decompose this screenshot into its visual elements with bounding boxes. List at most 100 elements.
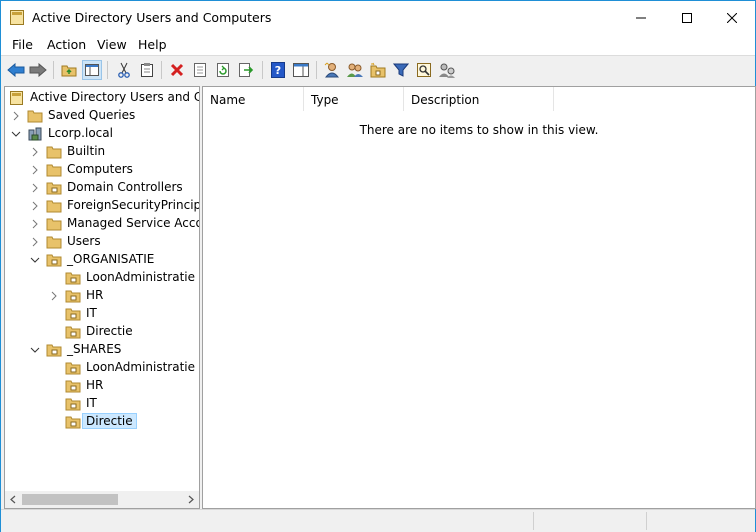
action-pane-button[interactable]: [291, 60, 311, 80]
domain-icon: [28, 127, 42, 141]
properties-button[interactable]: [190, 60, 210, 80]
ou-folder-icon: [65, 398, 81, 411]
maximize-icon: [682, 13, 692, 23]
column-header-label: Description: [411, 93, 480, 107]
new-ou-icon: [370, 62, 386, 78]
find-button[interactable]: [414, 60, 434, 80]
maximize-button[interactable]: [664, 1, 710, 35]
ou-folder-icon: [65, 380, 81, 393]
find-icon: [417, 63, 431, 77]
show-hide-tree-button[interactable]: [82, 60, 102, 80]
menu-file[interactable]: File: [12, 37, 33, 52]
filter-icon: [393, 63, 409, 77]
up-one-level-button[interactable]: [59, 60, 79, 80]
tree-horizontal-scrollbar[interactable]: [5, 491, 199, 508]
chevron-right-icon[interactable]: [30, 165, 40, 175]
scrollbar-thumb[interactable]: [22, 494, 118, 505]
up-folder-icon: [61, 65, 77, 77]
menu-help[interactable]: Help: [138, 37, 167, 52]
status-separator: [533, 512, 534, 530]
tree-label: IT: [86, 306, 97, 320]
new-user-icon: [324, 62, 340, 78]
chevron-right-icon[interactable]: [49, 291, 59, 301]
scroll-left-icon[interactable]: [9, 495, 18, 504]
column-header-description[interactable]: Description: [404, 87, 554, 111]
results-pane[interactable]: Name Type Description There are no items…: [202, 86, 756, 509]
filter-button[interactable]: [391, 60, 411, 80]
tree-label: Managed Service Accour: [67, 216, 199, 230]
status-bar: [1, 509, 755, 532]
close-button[interactable]: [709, 1, 755, 35]
ou-folder-icon: [65, 362, 81, 375]
toolbar-separator: [53, 61, 54, 79]
folder-icon: [46, 200, 62, 213]
tree-label: Directie: [82, 413, 137, 429]
toolbar-separator: [107, 61, 108, 79]
minimize-button[interactable]: [618, 1, 664, 35]
cut-button[interactable]: [114, 60, 134, 80]
folder-icon: [27, 110, 43, 123]
new-ou-button[interactable]: [368, 60, 388, 80]
tree-label: Builtin: [67, 144, 106, 158]
tree-label: Lcorp.local: [48, 126, 113, 140]
back-button[interactable]: [6, 60, 26, 80]
chevron-right-icon[interactable]: [30, 147, 40, 157]
chevron-down-icon[interactable]: [30, 255, 40, 265]
delegate-icon: [439, 63, 455, 78]
menu-view[interactable]: View: [97, 37, 127, 52]
console-icon: [10, 91, 23, 105]
ou-folder-icon: [65, 416, 81, 429]
tree-label: Computers: [67, 162, 133, 176]
tree-label: LoonAdministratie: [86, 360, 196, 374]
scroll-right-icon[interactable]: [186, 495, 195, 504]
new-group-button[interactable]: [345, 60, 365, 80]
chevron-down-icon[interactable]: [11, 129, 21, 139]
status-separator: [646, 512, 647, 530]
copy-icon: [141, 63, 153, 77]
column-header-name[interactable]: Name: [203, 87, 304, 111]
cut-icon: [118, 62, 130, 78]
column-header-label: Type: [311, 93, 339, 107]
help-icon: ?: [271, 62, 285, 78]
svg-text:?: ?: [275, 64, 281, 77]
column-header-label: Name: [210, 93, 246, 107]
chevron-right-icon[interactable]: [30, 237, 40, 247]
tree-label: Domain Controllers: [67, 180, 183, 194]
export-list-button[interactable]: [236, 60, 256, 80]
help-button[interactable]: ?: [268, 60, 288, 80]
menu-action[interactable]: Action: [47, 37, 86, 52]
show-hide-tree-icon: [85, 64, 99, 76]
console-tree-pane[interactable]: Active Directory Users and Com Saved Que…: [4, 86, 200, 509]
tree-label: Active Directory Users and Com: [30, 90, 199, 104]
mmc-window: Active Directory Users and Computers Fil…: [0, 0, 756, 532]
tree-label: HR: [86, 378, 104, 392]
ou-folder-icon: [46, 254, 62, 267]
chevron-right-icon[interactable]: [30, 183, 40, 193]
new-user-button[interactable]: [322, 60, 342, 80]
forward-button[interactable]: [28, 60, 48, 80]
title-bar[interactable]: Active Directory Users and Computers: [1, 1, 755, 35]
chevron-right-icon[interactable]: [11, 111, 21, 121]
ou-folder-icon: [65, 308, 81, 321]
tree-label: LoonAdministratie: [86, 270, 196, 284]
action-pane-icon: [293, 63, 309, 77]
tree-label: HR: [86, 288, 104, 302]
chevron-down-icon[interactable]: [30, 345, 40, 355]
minimize-icon: [636, 17, 646, 19]
folder-icon: [46, 164, 62, 177]
back-arrow-icon: [7, 63, 25, 77]
menu-bar: File Action View Help: [1, 35, 755, 56]
empty-view-message: There are no items to show in this view.: [359, 123, 599, 137]
column-header-type[interactable]: Type: [304, 87, 404, 111]
toolbar-separator: [316, 61, 317, 79]
refresh-button[interactable]: [213, 60, 233, 80]
copy-button[interactable]: [137, 60, 157, 80]
folder-icon: [46, 236, 62, 249]
properties-icon: [194, 63, 206, 77]
ou-folder-icon: [46, 344, 62, 357]
chevron-right-icon[interactable]: [30, 201, 40, 211]
tree-label: Directie: [86, 324, 133, 338]
delete-button[interactable]: [167, 60, 187, 80]
delegate-control-button[interactable]: [437, 60, 457, 80]
chevron-right-icon[interactable]: [30, 219, 40, 229]
